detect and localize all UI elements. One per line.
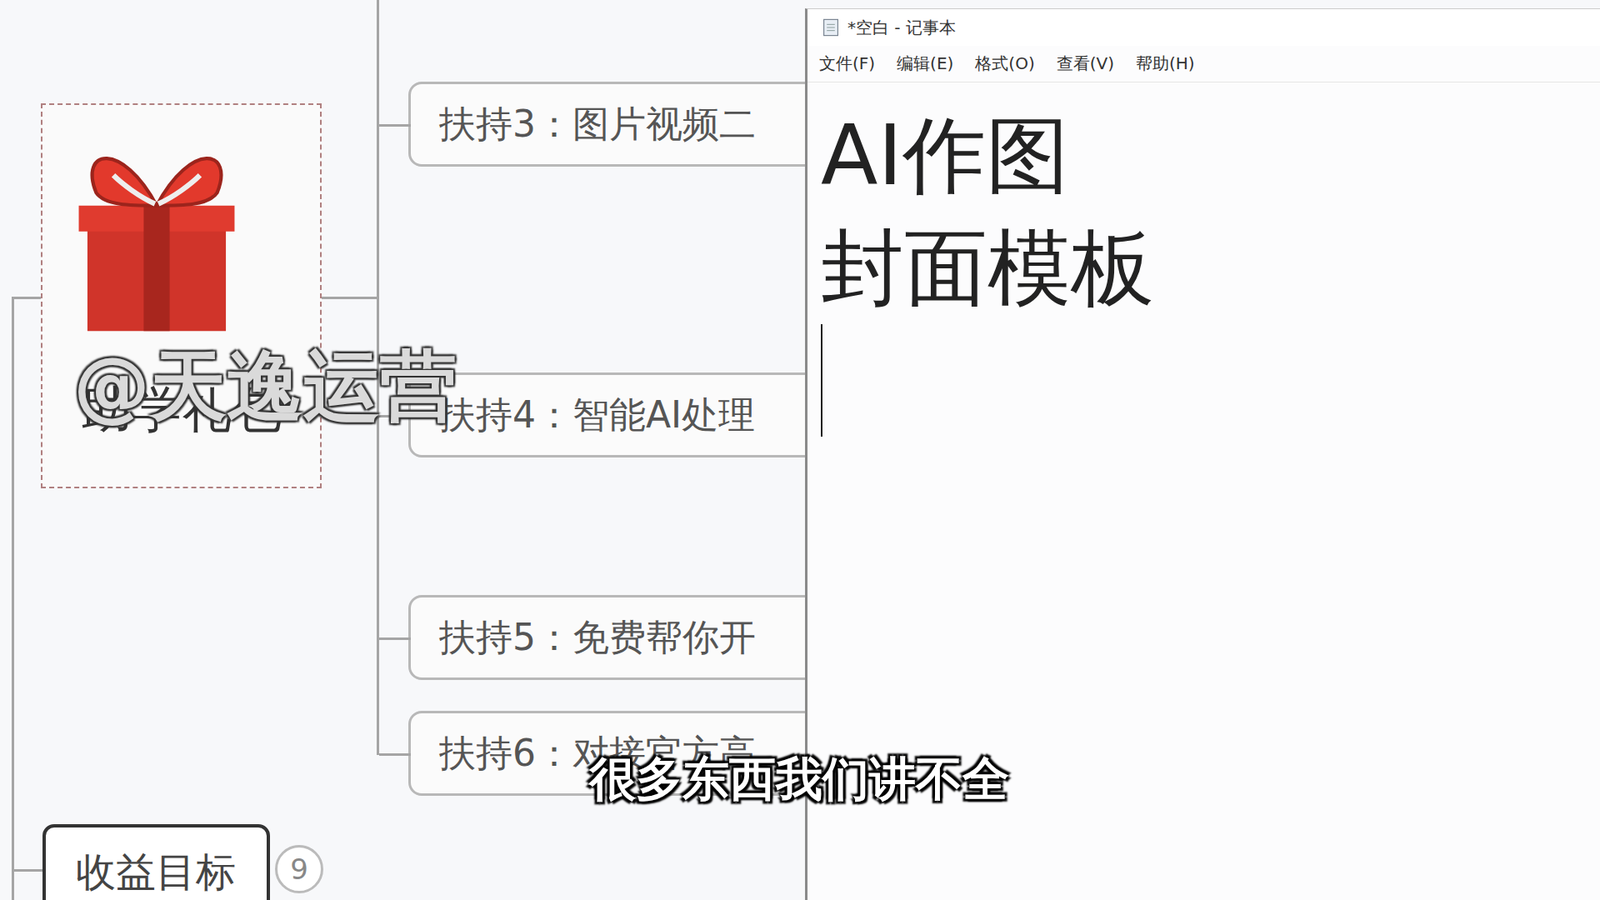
gift-icon (60, 123, 253, 349)
menu-item[interactable]: 格式(O) (975, 52, 1035, 75)
menu-item[interactable]: 编辑(E) (896, 52, 954, 75)
title-bar: *空白 - 记事本 (807, 9, 1600, 46)
video-subtitle: 很多东西我们讲不全 (0, 748, 1600, 812)
connector-line (376, 0, 380, 9)
menu-item[interactable]: 文件(F) (819, 52, 875, 75)
window-title: *空白 - 记事本 (847, 16, 956, 40)
text-line: AI作图 (820, 99, 1600, 212)
connector-line (11, 869, 44, 872)
screen: 助学礼包扶持3：图片视频二扶持4：智能AI处理扶持5：免费帮你开扶持6：对接官方… (0, 0, 1600, 900)
goal-node[interactable]: 收益目标 (42, 824, 270, 900)
text-caret (820, 324, 823, 437)
menu-bar: 文件(F) 编辑(E) 格式(O) 查看(V) 帮助(H) (807, 45, 1600, 83)
connector-line (11, 296, 42, 300)
menu-item[interactable]: 查看(V) (1056, 52, 1115, 75)
connector-line (321, 296, 379, 300)
connector-line (11, 296, 15, 900)
connector-line (379, 124, 411, 127)
connector-line (379, 753, 411, 756)
count-badge: 9 (275, 845, 324, 894)
menu-item[interactable]: 帮助(H) (1135, 52, 1195, 75)
text-editor[interactable]: AI作图封面模板 (807, 82, 1600, 437)
notepad-icon (820, 17, 841, 38)
connector-line (379, 637, 411, 640)
watermark: @天逸运营 (73, 335, 457, 439)
text-line: 封面模板 (820, 211, 1600, 325)
